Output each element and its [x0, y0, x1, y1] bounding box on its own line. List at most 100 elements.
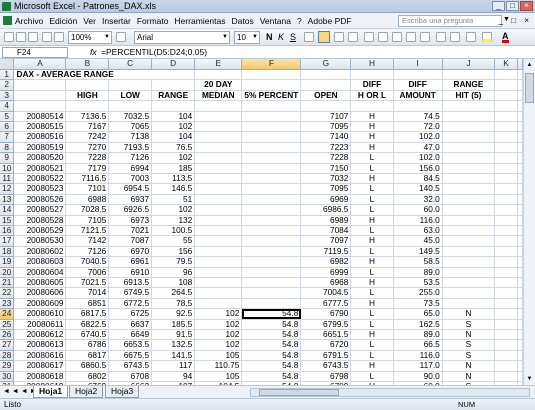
- cell[interactable]: 7167: [65, 121, 110, 133]
- row-header[interactable]: 19: [0, 256, 15, 268]
- cell[interactable]: [442, 69, 496, 81]
- cell[interactable]: 6926.5: [108, 204, 153, 216]
- cell[interactable]: 20080602: [13, 246, 67, 258]
- horizontal-scrollbar[interactable]: [250, 388, 530, 397]
- minimize-button[interactable]: _: [492, 1, 505, 11]
- cell[interactable]: 6740.5: [65, 329, 110, 341]
- cell[interactable]: 20080522: [13, 173, 67, 185]
- cell[interactable]: 20080613: [13, 339, 67, 351]
- cell[interactable]: [194, 131, 243, 143]
- row-header[interactable]: 29: [0, 360, 15, 372]
- cell[interactable]: [300, 100, 352, 112]
- row-header[interactable]: 22: [0, 287, 15, 299]
- cell[interactable]: [494, 246, 518, 258]
- row-header[interactable]: 5: [0, 111, 15, 122]
- percent-icon[interactable]: [378, 32, 388, 42]
- increase-decimal-icon[interactable]: [406, 32, 416, 42]
- cell[interactable]: DIFF: [393, 79, 443, 91]
- cell[interactable]: 7136.5: [65, 111, 110, 122]
- cell[interactable]: 54.8: [241, 339, 302, 351]
- row-header[interactable]: 17: [0, 235, 15, 247]
- cell[interactable]: 20080527: [13, 204, 67, 216]
- cell[interactable]: 7095: [300, 121, 352, 133]
- cell[interactable]: L: [350, 204, 394, 216]
- cell[interactable]: [300, 69, 352, 81]
- cell[interactable]: H: [350, 277, 394, 289]
- cell[interactable]: [194, 298, 243, 310]
- cell[interactable]: 7101: [65, 183, 110, 195]
- cell[interactable]: 20080618: [13, 371, 67, 383]
- cell[interactable]: 102: [194, 329, 243, 341]
- cell[interactable]: [442, 256, 496, 268]
- cell[interactable]: 6798: [300, 371, 352, 383]
- row-header[interactable]: 18: [0, 246, 15, 258]
- cell[interactable]: 141.5: [151, 350, 196, 362]
- cell[interactable]: 20080612: [13, 329, 67, 341]
- cell[interactable]: [494, 204, 518, 216]
- cell[interactable]: [194, 194, 243, 206]
- cell[interactable]: [241, 267, 302, 279]
- cell[interactable]: 20 DAY: [194, 79, 243, 91]
- cell[interactable]: [494, 215, 518, 227]
- menu-item[interactable]: Insertar: [102, 16, 131, 26]
- save-icon[interactable]: [28, 32, 38, 42]
- bold-icon[interactable]: N: [266, 32, 273, 42]
- cell[interactable]: 6968: [300, 277, 352, 289]
- cell[interactable]: [442, 298, 496, 310]
- cell[interactable]: 96: [151, 267, 196, 279]
- row-header[interactable]: 8: [0, 142, 15, 154]
- row-header[interactable]: 13: [0, 194, 15, 206]
- cell[interactable]: [494, 183, 518, 195]
- cell[interactable]: H: [350, 142, 394, 154]
- cell[interactable]: 7228: [65, 152, 110, 164]
- align-right-icon[interactable]: [334, 32, 344, 42]
- menu-item[interactable]: Formato: [137, 16, 169, 26]
- cell[interactable]: 6791.5: [300, 350, 352, 362]
- cell[interactable]: [442, 100, 496, 112]
- row-header[interactable]: 6: [0, 121, 15, 133]
- italic-icon[interactable]: K: [278, 32, 284, 42]
- cell[interactable]: 7097: [300, 235, 352, 247]
- cell[interactable]: 66.5: [393, 339, 443, 351]
- cell[interactable]: 7179: [65, 163, 110, 174]
- cell[interactable]: 20080520: [13, 152, 67, 164]
- insert-function-icon[interactable]: fx: [90, 47, 97, 57]
- cell[interactable]: S: [442, 319, 496, 331]
- cell[interactable]: [194, 204, 243, 216]
- cell[interactable]: L: [350, 267, 394, 279]
- column-header[interactable]: E: [194, 59, 243, 70]
- cell[interactable]: 7121.5: [65, 225, 110, 237]
- cell[interactable]: [494, 90, 518, 102]
- cell[interactable]: 20080529: [13, 225, 67, 237]
- cell[interactable]: 55: [151, 235, 196, 247]
- row-header[interactable]: 2: [0, 79, 15, 91]
- cell[interactable]: 60.0: [393, 204, 443, 216]
- cell[interactable]: [241, 121, 302, 133]
- cell[interactable]: 20080514: [13, 111, 67, 122]
- cell[interactable]: 7223: [300, 142, 352, 154]
- cell[interactable]: [13, 90, 67, 102]
- cell[interactable]: L: [350, 225, 394, 237]
- cell[interactable]: H: [350, 329, 394, 341]
- cell[interactable]: [241, 100, 302, 112]
- cell[interactable]: [442, 183, 496, 195]
- cell[interactable]: [194, 267, 243, 279]
- cell[interactable]: [494, 194, 518, 206]
- cell[interactable]: 54.8: [241, 329, 302, 341]
- cell[interactable]: 6772.5: [108, 298, 153, 310]
- cell[interactable]: [241, 163, 302, 174]
- row-header[interactable]: 14: [0, 204, 15, 216]
- row-header[interactable]: 11: [0, 173, 15, 185]
- cell[interactable]: 6910: [108, 267, 153, 279]
- cell[interactable]: 132.5: [151, 339, 196, 351]
- cell[interactable]: 264.5: [151, 287, 196, 299]
- sheet-tab[interactable]: Hoja2: [69, 386, 104, 398]
- row-header[interactable]: 23: [0, 298, 15, 310]
- cell[interactable]: 7140: [300, 131, 352, 143]
- cell[interactable]: H: [350, 111, 394, 122]
- increase-indent-icon[interactable]: [450, 32, 460, 42]
- cell[interactable]: 6653.5: [108, 339, 153, 351]
- cell[interactable]: RANGE: [151, 90, 196, 102]
- cell[interactable]: 20080609: [13, 298, 67, 310]
- cell[interactable]: H: [350, 121, 394, 133]
